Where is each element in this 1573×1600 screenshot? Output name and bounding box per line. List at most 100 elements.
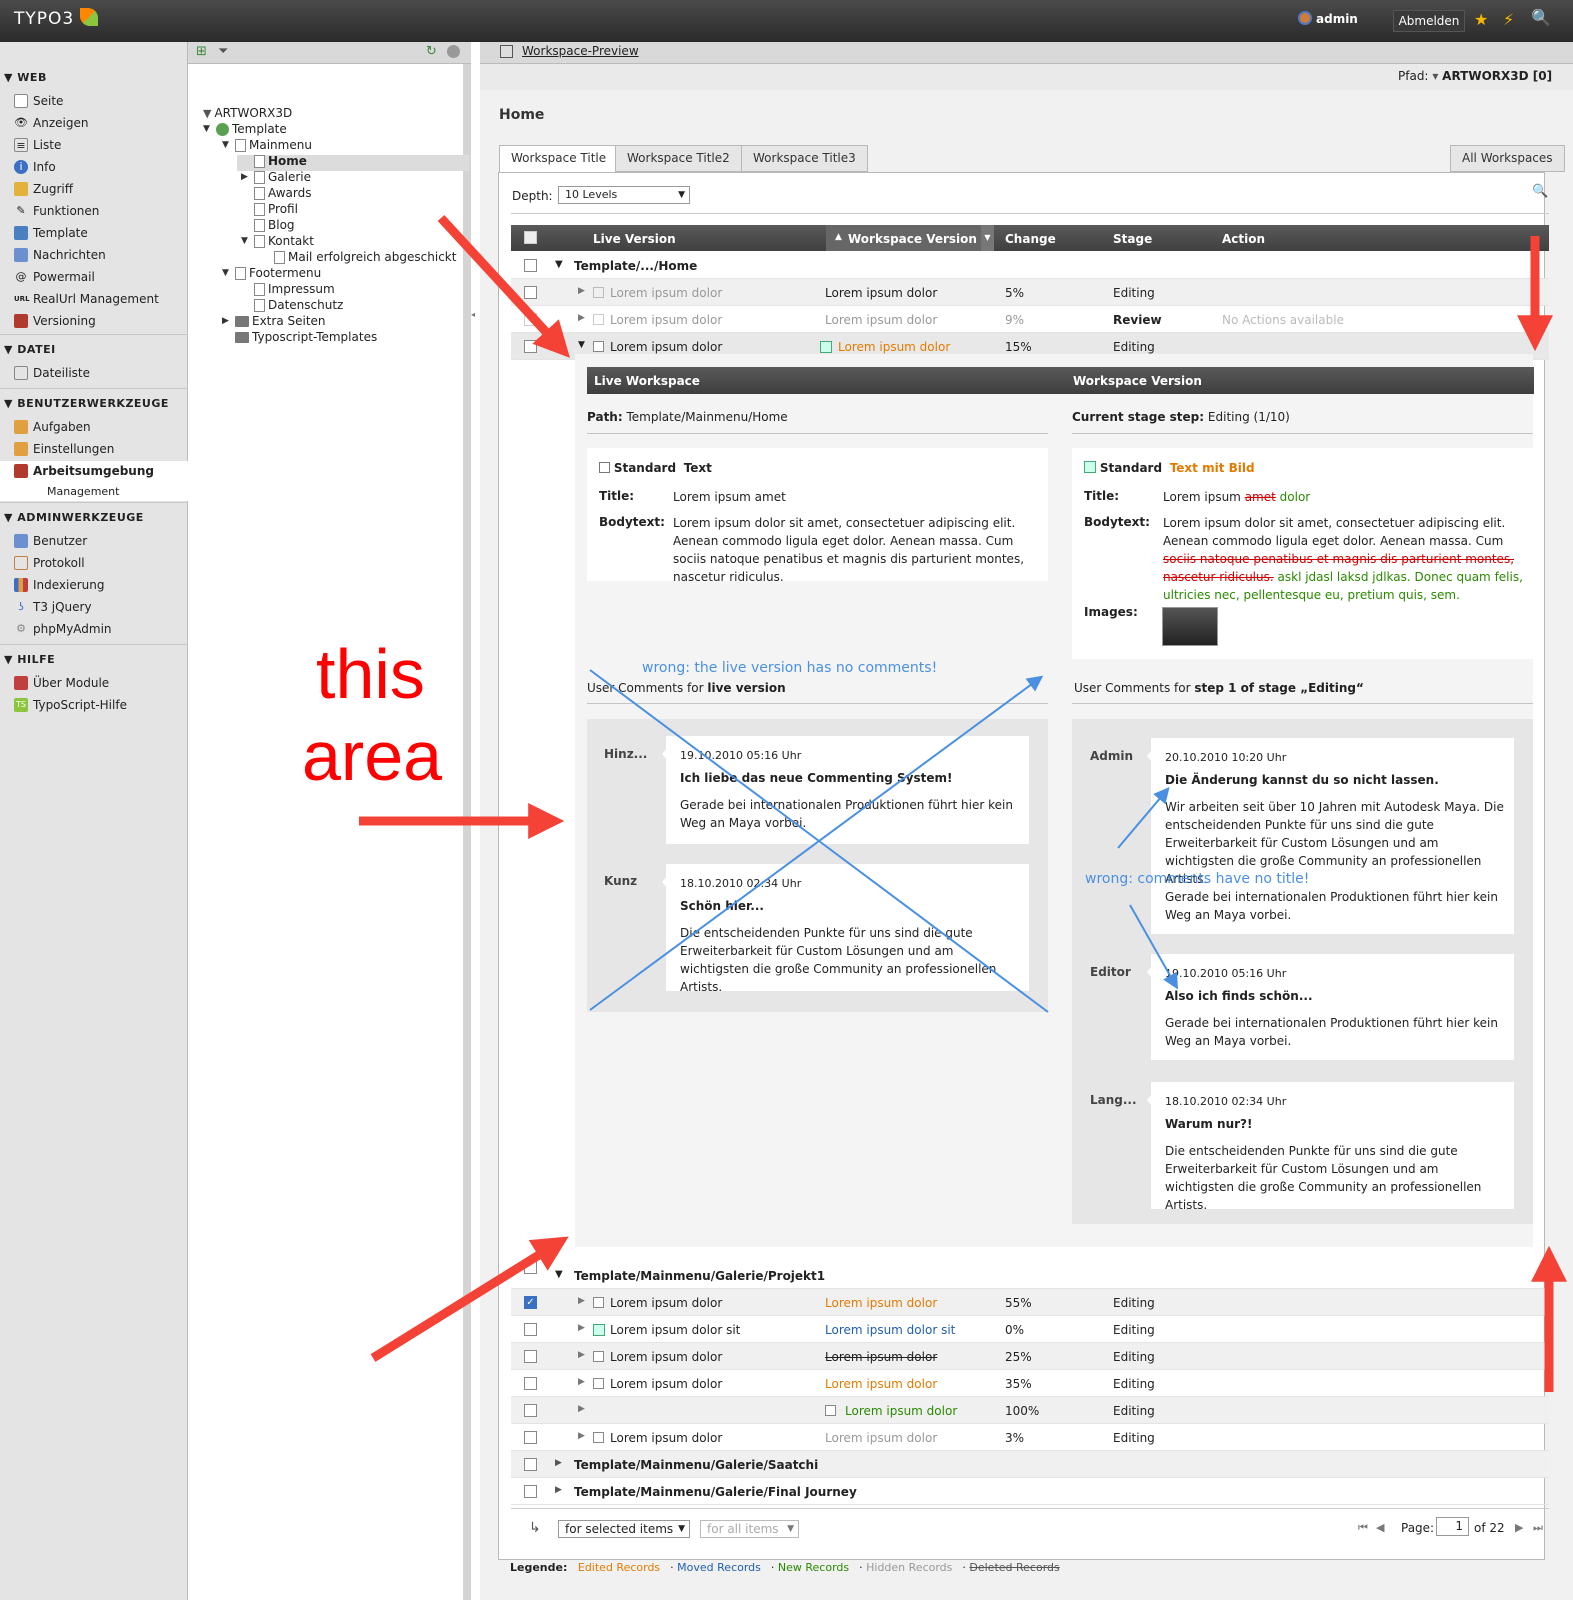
row-checkbox[interactable]: [524, 1261, 537, 1274]
module-realurl[interactable]: URL RealUrl Management: [14, 291, 159, 307]
depth-select[interactable]: 10 Levels ▼: [558, 186, 690, 204]
group-row[interactable]: ▼ Template/Mainmenu/Galerie/Projekt1: [511, 1261, 1549, 1289]
tree-node-typoscript[interactable]: Typoscript-Templates: [222, 330, 377, 344]
module-t3jquery[interactable]: ʖ T3 jQuery: [14, 599, 91, 615]
module-ueber[interactable]: Über Module: [14, 675, 109, 691]
row-checkbox[interactable]: [524, 259, 537, 272]
row-checkbox[interactable]: [524, 1350, 537, 1363]
table-row[interactable]: ▶ Lorem ipsum dolor Lorem ipsum dolor 5%…: [511, 279, 1549, 306]
expand-icon[interactable]: ▶: [578, 1404, 585, 1414]
tree-node-profil[interactable]: Profil: [241, 202, 298, 216]
image-thumbnail[interactable]: [1162, 607, 1218, 646]
select-all-checkbox[interactable]: [524, 231, 537, 244]
last-page-icon[interactable]: ⏭: [1533, 1521, 1543, 1535]
workspace-preview-link[interactable]: Workspace-Preview: [522, 44, 639, 58]
filter-icon[interactable]: ⏷: [218, 44, 228, 59]
expand-icon[interactable]: ▼: [555, 259, 563, 270]
col-change[interactable]: Change: [1005, 232, 1056, 246]
group-row[interactable]: ▶ Template/Mainmenu/Galerie/Saatchi: [511, 1451, 1549, 1478]
tree-node-datenschutz[interactable]: Datenschutz: [241, 298, 343, 312]
selected-items-action-select[interactable]: for selected items ▼: [558, 1520, 690, 1538]
expand-icon[interactable]: ▶: [578, 1350, 585, 1360]
tree-root[interactable]: ▼ ARTWORX3D: [203, 106, 292, 120]
tab-workspace-title[interactable]: Workspace Title: [499, 145, 619, 173]
module-group-benutzer[interactable]: ▼ BENUTZERWERKZEUGE: [4, 397, 169, 410]
module-zugriff[interactable]: Zugriff: [14, 181, 73, 197]
row-checkbox[interactable]: [524, 286, 537, 299]
tab-workspace-title2[interactable]: Workspace Title2: [615, 145, 742, 172]
tree-node-galerie[interactable]: ▶ Galerie: [241, 170, 311, 184]
row-checkbox[interactable]: [524, 1377, 537, 1390]
first-page-icon[interactable]: ⏮: [1358, 1521, 1368, 1535]
col-live-version[interactable]: Live Version: [593, 232, 676, 246]
module-einstellungen[interactable]: Einstellungen: [14, 441, 114, 457]
module-aufgaben[interactable]: Aufgaben: [14, 419, 91, 435]
tree-node-awards[interactable]: Awards: [241, 186, 311, 200]
module-nachrichten[interactable]: Nachrichten: [14, 247, 106, 263]
page-number-input[interactable]: 1: [1436, 1517, 1469, 1536]
module-management[interactable]: Management: [47, 483, 119, 499]
module-benutzer[interactable]: Benutzer: [14, 533, 87, 549]
module-template[interactable]: Template: [14, 225, 88, 241]
expand-icon[interactable]: ▶: [578, 1377, 585, 1387]
tree-node-impressum[interactable]: Impressum: [241, 282, 335, 296]
table-row[interactable]: ▶ Lorem ipsum dolor Lorem ipsum dolor 35…: [511, 1370, 1549, 1397]
logout-button[interactable]: Abmelden: [1393, 10, 1465, 32]
collapse-icon[interactable]: ▼: [578, 340, 585, 350]
row-checkbox[interactable]: [524, 1404, 537, 1417]
module-dateiliste[interactable]: Dateiliste: [14, 365, 90, 381]
col-stage[interactable]: Stage: [1113, 232, 1152, 246]
help-icon[interactable]: [447, 45, 460, 58]
table-row[interactable]: ▶ Lorem ipsum dolor Lorem ipsum dolor 3%…: [511, 1424, 1549, 1451]
group-row[interactable]: ▶ Template/Mainmenu/Galerie/Final Journe…: [511, 1478, 1549, 1505]
tree-node-template[interactable]: ▼ Template: [203, 122, 287, 136]
collapsed-icon[interactable]: ▶: [555, 1458, 562, 1468]
col-workspace-version[interactable]: Workspace Version: [848, 232, 977, 246]
row-checkbox[interactable]: [524, 340, 537, 353]
search-icon[interactable]: 🔍: [1532, 184, 1548, 199]
prev-page-icon[interactable]: ◀: [1376, 1521, 1384, 1534]
tab-all-workspaces[interactable]: All Workspaces: [1450, 145, 1565, 172]
new-page-icon[interactable]: ⊞: [196, 44, 207, 59]
expand-icon[interactable]: ▶: [578, 1323, 585, 1333]
module-protokoll[interactable]: Protokoll: [14, 555, 85, 571]
module-powermail[interactable]: @ Powermail: [14, 269, 95, 285]
module-info[interactable]: i Info: [14, 159, 56, 175]
module-group-admin[interactable]: ▼ ADMINWERKZEUGE: [4, 511, 144, 524]
username[interactable]: admin: [1316, 12, 1358, 26]
module-group-hilfe[interactable]: ▼ HILFE: [4, 653, 55, 666]
table-row[interactable]: ✓ ▶ Lorem ipsum dolor Lorem ipsum dolor …: [511, 1289, 1549, 1316]
expand-icon[interactable]: ▶: [578, 1296, 585, 1306]
row-checkbox[interactable]: [524, 1458, 537, 1471]
table-row[interactable]: ▶ Lorem ipsum dolor sit Lorem ipsum dolo…: [511, 1316, 1549, 1343]
row-checkbox[interactable]: [524, 1485, 537, 1498]
expand-icon[interactable]: ▶: [578, 1431, 585, 1441]
group-row[interactable]: ▼ Template/.../Home: [511, 252, 1549, 279]
all-items-action-select[interactable]: for all items ▼: [700, 1520, 799, 1538]
expand-icon[interactable]: ▼: [555, 1269, 563, 1280]
module-typoscript-hilfe[interactable]: TS TypoScript-Hilfe: [14, 697, 127, 713]
collapse-handle-icon[interactable]: ◂: [471, 310, 475, 319]
module-arbeitsumgebung[interactable]: Arbeitsumgebung: [14, 463, 154, 479]
tree-node-home[interactable]: Home: [241, 154, 307, 168]
column-menu-icon[interactable]: ▼: [981, 225, 994, 251]
tree-node-blog[interactable]: Blog: [241, 218, 295, 232]
module-liste[interactable]: ≡ Liste: [14, 137, 61, 153]
row-checkbox-checked[interactable]: ✓: [524, 1296, 537, 1309]
row-checkbox[interactable]: [524, 1431, 537, 1444]
tree-node-footermenu[interactable]: ▼ Footermenu: [222, 266, 321, 280]
next-page-icon[interactable]: ▶: [1515, 1521, 1523, 1534]
module-funktionen[interactable]: ✎ Funktionen: [14, 203, 99, 219]
typo3-logo[interactable]: TYPO3: [14, 9, 74, 29]
table-row[interactable]: ▶ Lorem ipsum dolor Lorem ipsum dolor 25…: [511, 1343, 1549, 1370]
search-icon[interactable]: 🔍: [1531, 8, 1551, 27]
tab-workspace-title3[interactable]: Workspace Title3: [741, 145, 868, 172]
table-row[interactable]: ▶ Lorem ipsum dolor Lorem ipsum dolor 9%…: [511, 306, 1549, 333]
col-action[interactable]: Action: [1222, 232, 1265, 246]
table-row[interactable]: ▶ Lorem ipsum dolor 100% Editing: [511, 1397, 1549, 1424]
row-checkbox[interactable]: [524, 1323, 537, 1336]
expand-icon[interactable]: ▶: [578, 286, 585, 296]
collapsed-icon[interactable]: ▶: [555, 1485, 562, 1495]
module-versioning[interactable]: Versioning: [14, 313, 96, 329]
module-indexierung[interactable]: Indexierung: [14, 577, 105, 593]
